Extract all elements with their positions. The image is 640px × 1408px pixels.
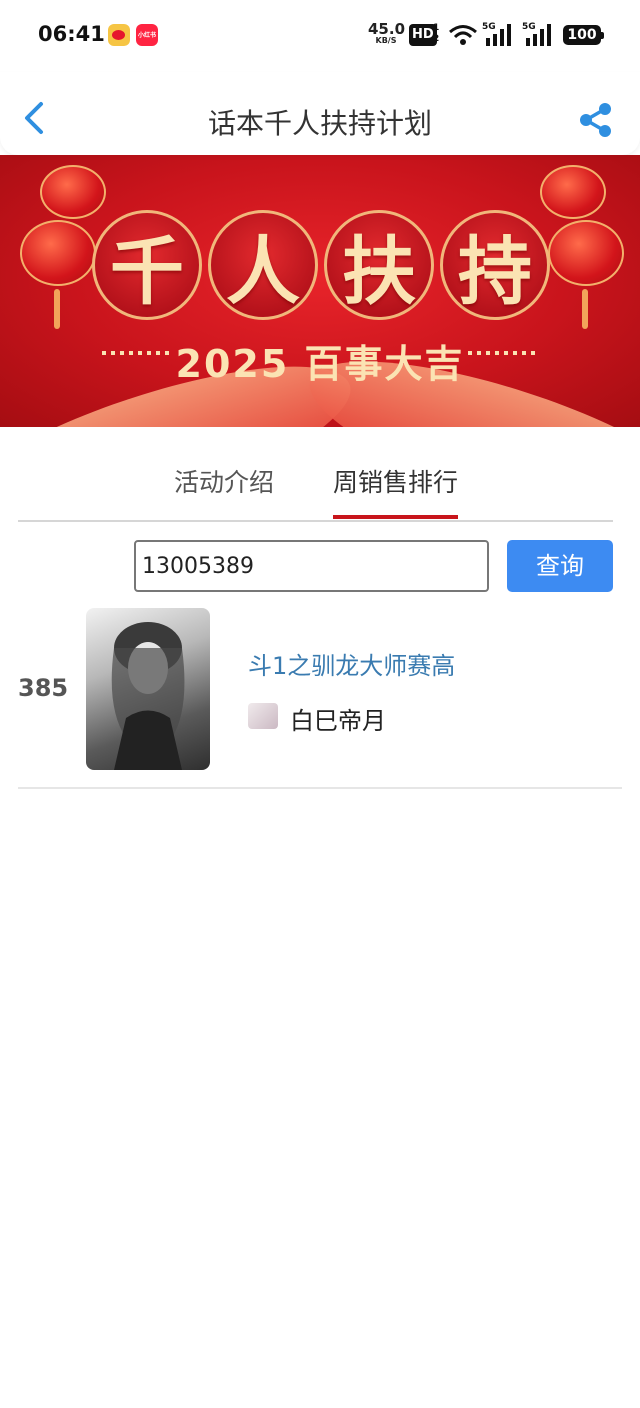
author-avatar xyxy=(248,703,278,729)
signal-icon-sim1: 5G xyxy=(482,22,516,52)
lantern-icon xyxy=(548,220,624,286)
book-cover[interactable] xyxy=(86,608,210,770)
promo-banner: 千 人 扶 持 2025 百事大吉 xyxy=(0,155,640,427)
hd-sub-label: 12 xyxy=(433,23,440,44)
nav-bar: 话本千人扶持计划 xyxy=(0,72,640,155)
lantern-icon xyxy=(40,165,106,219)
banner-char: 人 xyxy=(208,210,318,320)
signal-5g-label: 5G xyxy=(482,22,496,32)
tab-active-indicator xyxy=(333,515,458,519)
status-time: 06:41 xyxy=(38,22,105,46)
network-speed-value: 45.0 xyxy=(368,20,406,38)
weibo-icon xyxy=(108,24,130,46)
banner-char: 扶 xyxy=(324,210,434,320)
battery-icon: 100 xyxy=(563,25,604,45)
banner-dots-right xyxy=(468,351,538,355)
page-title: 话本千人扶持计划 xyxy=(207,107,432,140)
search-input[interactable] xyxy=(134,540,489,592)
lantern-icon xyxy=(20,220,96,286)
signal-icon-sim2: 5G xyxy=(522,22,556,52)
lantern-icon xyxy=(540,165,606,219)
xiaohongshu-label: 小红书 xyxy=(137,32,156,39)
banner-subtitle: 2025 百事大吉 xyxy=(175,342,465,386)
query-button[interactable]: 查询 xyxy=(507,540,613,592)
lantern-tassel xyxy=(582,289,588,329)
network-speed: 45.0 KB/S xyxy=(368,20,406,45)
share-icon[interactable] xyxy=(576,100,616,140)
author-name: 白巳帝月 xyxy=(290,707,386,735)
list-item[interactable]: 385 斗1之驯龙大师赛高 白巳帝月 xyxy=(18,606,622,789)
tab-bar: 活动介绍 周销售排行 xyxy=(18,427,613,522)
rank-number: 385 xyxy=(18,674,69,702)
signal-5g-label: 5G xyxy=(522,22,536,32)
book-cover-art xyxy=(111,622,185,770)
status-bar: 06:41 小红书 45.0 KB/S HD 12 5G 5G 100 xyxy=(0,0,640,72)
xiaohongshu-icon: 小红书 xyxy=(136,24,158,46)
tab-weekly-sales-ranking[interactable]: 周销售排行 xyxy=(333,463,458,499)
lantern-tassel xyxy=(54,289,60,329)
banner-char: 千 xyxy=(92,210,202,320)
network-speed-unit: KB/S xyxy=(375,36,397,45)
wifi-icon xyxy=(449,25,477,45)
banner-char: 持 xyxy=(440,210,550,320)
tab-activity-intro[interactable]: 活动介绍 xyxy=(174,463,274,499)
book-title[interactable]: 斗1之驯龙大师赛高 xyxy=(248,646,455,681)
